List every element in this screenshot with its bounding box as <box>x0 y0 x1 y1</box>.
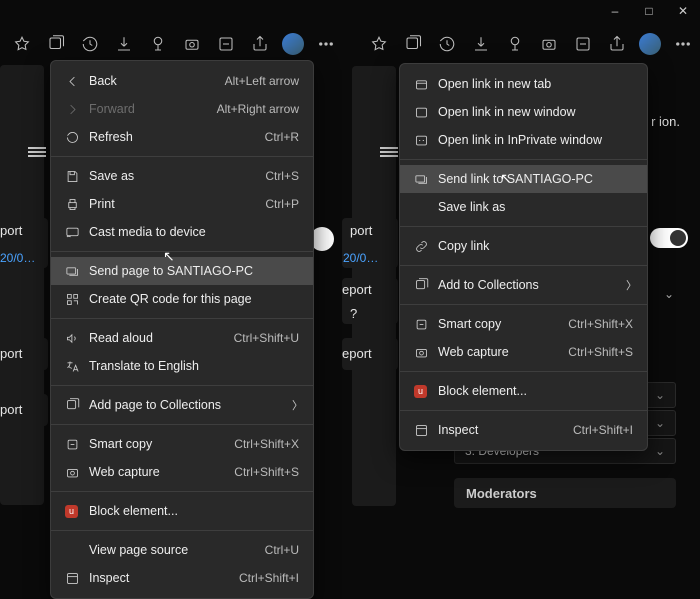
web-capture-icon[interactable] <box>214 32 238 56</box>
menu-separator <box>400 371 647 372</box>
left-vertical-bar <box>0 65 44 505</box>
label-qm: ? <box>350 306 357 321</box>
menu-save-link[interactable]: Save link as <box>400 193 647 221</box>
history-icon[interactable] <box>78 32 102 56</box>
window-minimize-button[interactable]: – <box>598 0 632 22</box>
link-context-menu: Open link in new tab Open link in new wi… <box>399 63 648 451</box>
menu-web-capture[interactable]: Web captureCtrl+Shift+S <box>400 338 647 366</box>
label-port: port <box>0 402 22 417</box>
screenshot-icon[interactable] <box>537 32 561 56</box>
menu-print[interactable]: PrintCtrl+P <box>51 190 313 218</box>
web-capture-icon[interactable] <box>571 32 595 56</box>
menu-open-new-tab[interactable]: Open link in new tab <box>400 70 647 98</box>
downloads-icon[interactable] <box>469 32 493 56</box>
menu-separator <box>400 159 647 160</box>
menu-send-link[interactable]: Send link to SANTIAGO-PC <box>400 165 647 193</box>
label-port: port <box>0 223 22 238</box>
menu-block-element[interactable]: uBlock element... <box>51 497 313 525</box>
menu-inspect[interactable]: InspectCtrl+Shift+I <box>51 564 313 592</box>
menu-icon[interactable] <box>28 145 46 159</box>
extensions-icon[interactable] <box>503 32 527 56</box>
toolbar-left <box>10 24 338 64</box>
menu-separator <box>51 530 313 531</box>
menu-create-qr[interactable]: Create QR code for this page <box>51 285 313 313</box>
menu-separator <box>400 410 647 411</box>
titlebar: – □ ✕ <box>0 0 700 22</box>
more-icon[interactable] <box>314 32 338 56</box>
toggle[interactable] <box>650 228 688 248</box>
profile-avatar[interactable] <box>639 33 661 55</box>
menu-open-new-window[interactable]: Open link in new window <box>400 98 647 126</box>
menu-smart-copy[interactable]: Smart copyCtrl+Shift+X <box>51 430 313 458</box>
menu-back[interactable]: BackAlt+Left arrow <box>51 67 313 95</box>
chevron-right-icon: 〉 <box>292 397 303 413</box>
menu-translate[interactable]: Translate to English <box>51 352 313 380</box>
extensions-icon[interactable] <box>146 32 170 56</box>
menu-separator <box>51 385 313 386</box>
menu-copy-link[interactable]: Copy link <box>400 232 647 260</box>
menu-inspect[interactable]: InspectCtrl+Shift+I <box>400 416 647 444</box>
menu-read-aloud[interactable]: Read aloudCtrl+Shift+U <box>51 324 313 352</box>
more-icon[interactable] <box>671 32 695 56</box>
moderators-label: Moderators <box>466 486 537 501</box>
menu-web-capture[interactable]: Web captureCtrl+Shift+S <box>51 458 313 486</box>
downloads-icon[interactable] <box>112 32 136 56</box>
link-frag[interactable]: 20/0… <box>0 251 46 265</box>
menu-separator <box>400 304 647 305</box>
menu-add-collections[interactable]: Add to Collections〉 <box>400 271 647 299</box>
menu-separator <box>51 318 313 319</box>
menu-block-element[interactable]: uBlock element... <box>400 377 647 405</box>
favorites-icon[interactable] <box>10 32 34 56</box>
page-context-menu: BackAlt+Left arrow ForwardAlt+Right arro… <box>50 60 314 599</box>
screenshot-icon[interactable] <box>180 32 204 56</box>
menu-separator <box>51 251 313 252</box>
window-maximize-button[interactable]: □ <box>632 0 666 22</box>
menu-cast[interactable]: Cast media to device <box>51 218 313 246</box>
menu-smart-copy[interactable]: Smart copyCtrl+Shift+X <box>400 310 647 338</box>
menu-open-inprivate[interactable]: Open link in InPrivate window <box>400 126 647 154</box>
toolbar-right <box>367 24 695 64</box>
menu-separator <box>51 156 313 157</box>
share-icon[interactable] <box>605 32 629 56</box>
header-tail-text: r ion. <box>651 112 680 132</box>
menu-refresh[interactable]: RefreshCtrl+R <box>51 123 313 151</box>
chevron-down-icon[interactable]: ⌄ <box>664 287 674 301</box>
label-port: port <box>0 346 22 361</box>
menu-separator <box>51 491 313 492</box>
collections-icon[interactable] <box>401 32 425 56</box>
profile-avatar[interactable] <box>282 33 304 55</box>
menu-separator <box>400 265 647 266</box>
chevron-right-icon: 〉 <box>626 277 637 293</box>
window-close-button[interactable]: ✕ <box>666 0 700 22</box>
label-port: port <box>350 223 372 238</box>
menu-add-collections[interactable]: Add page to Collections〉 <box>51 391 313 419</box>
collections-icon[interactable] <box>44 32 68 56</box>
menu-separator <box>51 424 313 425</box>
menu-separator <box>400 226 647 227</box>
menu-send-page[interactable]: Send page to SANTIAGO-PC <box>51 257 313 285</box>
label-eport: eport <box>342 346 372 361</box>
menu-view-source[interactable]: View page sourceCtrl+U <box>51 536 313 564</box>
label-eport: eport <box>342 282 372 297</box>
menu-save-as[interactable]: Save asCtrl+S <box>51 162 313 190</box>
link-frag[interactable]: 20/0… <box>343 251 393 265</box>
menu-forward: ForwardAlt+Right arrow <box>51 95 313 123</box>
share-icon[interactable] <box>248 32 272 56</box>
favorites-icon[interactable] <box>367 32 391 56</box>
history-icon[interactable] <box>435 32 459 56</box>
menu-icon[interactable] <box>380 145 398 159</box>
